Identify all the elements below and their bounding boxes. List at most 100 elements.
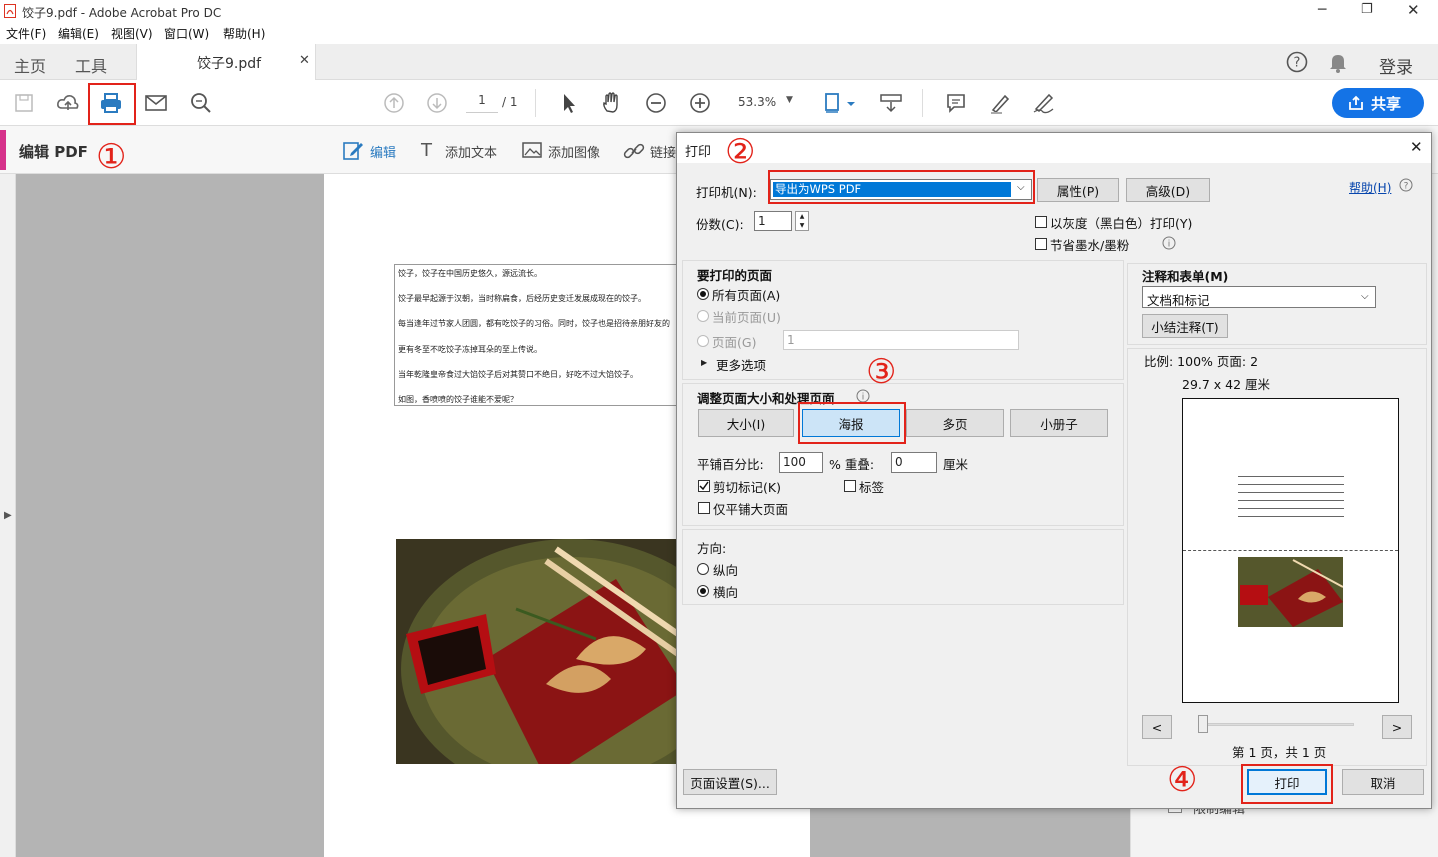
orientation-group: 方向: 纵向 横向 — [682, 529, 1124, 605]
expand-left-icon[interactable]: ▶ — [4, 510, 12, 521]
menu-edit[interactable]: 编辑(E) — [58, 25, 99, 42]
grayscale-checkbox[interactable] — [1035, 216, 1047, 228]
preview-slider-thumb[interactable] — [1198, 715, 1208, 733]
tab-document[interactable]: 饺子9.pdf ✕ — [136, 44, 316, 80]
help-info-icon[interactable]: ? — [1399, 178, 1413, 192]
close-window-icon[interactable]: ✕ — [1407, 1, 1423, 19]
doc-line-5: 当年乾隆皇帝食过大馅饺子后对其赞口不绝日，好吃不过大馅饺子。 — [398, 370, 638, 379]
advanced-button[interactable]: 高级(D) — [1126, 178, 1210, 202]
menu-file[interactable]: 文件(F) — [6, 25, 46, 42]
page-total: / 1 — [502, 95, 518, 109]
preview-next-button[interactable]: > — [1382, 715, 1412, 739]
hand-tool-icon[interactable] — [599, 90, 625, 116]
svg-text:?: ? — [1404, 182, 1409, 192]
document-text-box[interactable]: 饺子，饺子在中国历史悠久，源远流长。 饺子最早起源于汉朝，当时称扁食，后经历史变… — [394, 264, 694, 406]
tab-tools[interactable]: 工具 — [75, 53, 107, 77]
select-cursor-icon[interactable] — [556, 90, 582, 116]
edit-icon[interactable] — [342, 139, 364, 161]
annotation-2: ② — [725, 132, 756, 172]
menu-view[interactable]: 视图(V) — [111, 25, 153, 42]
comments-select[interactable]: 文档和标记 ⌵ — [1142, 286, 1376, 308]
cut-marks-checkbox[interactable] — [698, 480, 710, 492]
prev-page-icon[interactable] — [381, 90, 407, 116]
menu-help[interactable]: 帮助(H) — [223, 25, 265, 42]
tile-large-checkbox[interactable] — [698, 502, 710, 514]
upload-cloud-icon[interactable] — [55, 90, 81, 116]
preview-slider-track[interactable] — [1200, 723, 1354, 726]
size-button[interactable]: 大小(I) — [698, 409, 794, 437]
doc-line-4: 更有冬至不吃饺子冻掉耳朵的至上传说。 — [398, 345, 542, 354]
page-setup-button[interactable]: 页面设置(S)... — [683, 769, 777, 795]
zoom-in-icon[interactable] — [687, 90, 713, 116]
save-ink-info-icon[interactable]: i — [1162, 236, 1176, 250]
tile-scale-input[interactable]: 100 — [779, 452, 823, 473]
bell-icon[interactable] — [1328, 51, 1348, 73]
link-button[interactable]: 链接 — [650, 142, 676, 161]
comment-icon[interactable] — [943, 90, 969, 116]
pages-group-title: 要打印的页面 — [697, 268, 773, 283]
portrait-radio[interactable] — [697, 563, 709, 575]
page-number-input[interactable]: 1 — [466, 93, 498, 113]
tab-document-label: 饺子9.pdf — [197, 56, 262, 72]
labels-checkbox[interactable] — [844, 480, 856, 492]
expand-triangle-icon[interactable]: ▶ — [701, 358, 707, 367]
booklet-button[interactable]: 小册子 — [1010, 409, 1108, 437]
landscape-radio[interactable] — [697, 585, 709, 597]
highlight-pen-icon[interactable] — [987, 90, 1013, 116]
copies-label: 份数(C): — [696, 217, 744, 232]
add-text-button[interactable]: 添加文本 — [445, 142, 497, 161]
dialog-close-icon[interactable]: ✕ — [1410, 138, 1423, 156]
add-text-icon[interactable]: T — [421, 140, 432, 161]
scroll-mode-icon[interactable] — [878, 90, 904, 116]
overlap-input[interactable]: 0 — [891, 452, 937, 473]
doc-line-6: 如图，香喷喷的饺子谁能不爱呢？ — [398, 395, 518, 404]
pages-label: 页面(G) — [712, 335, 757, 350]
properties-button[interactable]: 属性(P) — [1037, 178, 1119, 202]
minimize-icon[interactable]: ─ — [1318, 2, 1334, 18]
restore-icon[interactable]: ❐ — [1361, 2, 1377, 18]
landscape-label: 横向 — [713, 585, 739, 600]
dialog-title: 打印 — [685, 145, 712, 160]
page-fit-icon[interactable] — [822, 90, 858, 116]
multiple-button[interactable]: 多页 — [906, 409, 1004, 437]
search-icon[interactable] — [188, 90, 214, 116]
summarize-button[interactable]: 小结注释(T) — [1142, 314, 1228, 338]
paper-size: 29.7 x 42 厘米 — [1182, 377, 1271, 392]
copies-spinner[interactable]: ▲ ▼ — [795, 211, 809, 231]
preview-prev-button[interactable]: < — [1142, 715, 1172, 739]
pages-range-input[interactable]: 1 — [783, 330, 1019, 350]
email-icon[interactable] — [143, 90, 169, 116]
zoom-out-icon[interactable] — [643, 90, 669, 116]
doc-line-3: 每当逢年过节家人团圆，都有吃饺子的习俗。同时，饺子也是招待亲朋好友的 — [398, 319, 670, 328]
comments-chevron-icon: ⌵ — [1361, 291, 1369, 302]
dumpling-photo[interactable] — [396, 539, 678, 764]
toolbar-divider — [535, 89, 536, 117]
edit-button[interactable]: 编辑 — [370, 142, 396, 161]
add-image-button[interactable]: 添加图像 — [548, 142, 600, 161]
all-pages-radio[interactable] — [697, 288, 709, 300]
cancel-button[interactable]: 取消 — [1342, 769, 1424, 795]
all-pages-label: 所有页面(A) — [712, 288, 781, 303]
tab-home[interactable]: 主页 — [14, 53, 46, 77]
print-icon[interactable] — [98, 90, 124, 116]
help-link[interactable]: 帮助(H) — [1349, 179, 1391, 196]
current-page-radio[interactable] — [697, 310, 709, 322]
doc-line-2: 饺子最早起源于汉朝，当时称扁食，后经历史变迁发展成现在的饺子。 — [398, 294, 646, 303]
more-options-link[interactable]: 更多选项 — [716, 355, 766, 374]
share-button[interactable]: 共享 — [1332, 88, 1424, 118]
copies-input[interactable]: 1 — [754, 211, 792, 231]
pages-radio[interactable] — [697, 335, 709, 347]
save-ink-checkbox[interactable] — [1035, 238, 1047, 250]
tab-close-icon[interactable]: ✕ — [299, 53, 310, 68]
help-icon[interactable]: ? — [1286, 51, 1308, 73]
link-icon[interactable] — [623, 140, 645, 162]
preview-text-lines — [1238, 469, 1344, 517]
zoom-dropdown-icon[interactable]: ▼ — [786, 95, 793, 105]
add-image-icon[interactable] — [521, 140, 543, 160]
login-button[interactable]: 登录 — [1379, 53, 1413, 78]
sign-icon[interactable] — [1031, 90, 1057, 116]
zoom-level[interactable]: 53.3% — [738, 95, 776, 109]
save-icon[interactable] — [11, 90, 37, 116]
next-page-icon[interactable] — [424, 90, 450, 116]
menu-window[interactable]: 窗口(W) — [164, 25, 209, 42]
